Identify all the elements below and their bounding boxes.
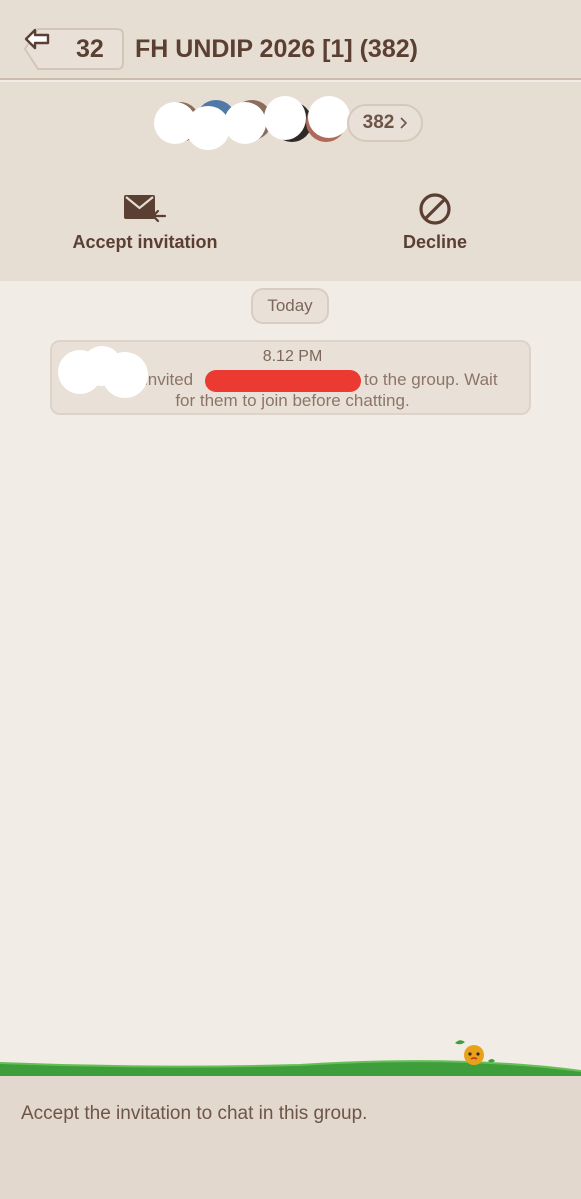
- avatar-redacted: [186, 106, 230, 150]
- avatar-redacted: [224, 102, 266, 144]
- member-avatars[interactable]: [0, 82, 581, 172]
- back-arrow-icon: [24, 28, 50, 50]
- message-text-continued: to the group. Wait: [364, 370, 498, 389]
- message-text-invited: invited: [144, 370, 194, 389]
- unread-count: 32: [76, 35, 104, 63]
- member-count: 382: [362, 112, 395, 133]
- invitation-panel: 382 Accept invitation Decline: [0, 82, 581, 281]
- accept-invitation-label: Accept invitation: [72, 232, 218, 252]
- envelope-arrow-icon: [123, 192, 167, 226]
- chevron-right-icon: [400, 117, 408, 129]
- avatar-redacted: [264, 96, 306, 140]
- grass-decoration: [0, 1040, 581, 1080]
- footer-notice-bar: Accept the invitation to chat in this gr…: [0, 1076, 581, 1199]
- inviter-avatar-redacted: [102, 352, 148, 398]
- chat-title: FH UNDIP 2026 [1] (382): [135, 35, 418, 63]
- footer-notice: Accept the invitation to chat in this gr…: [21, 1103, 368, 1124]
- redacted-name: [205, 370, 361, 392]
- decline-button[interactable]: Decline: [375, 192, 495, 262]
- header-bar: 32 FH UNDIP 2026 [1] (382): [0, 0, 581, 80]
- system-message: 8.12 PM invited to the group. Wait for t…: [50, 340, 531, 415]
- prohibited-icon: [418, 192, 452, 226]
- date-separator: Today: [251, 288, 329, 324]
- date-label: Today: [267, 296, 313, 315]
- decline-label: Decline: [402, 232, 468, 252]
- chat-screen: 32 FH UNDIP 2026 [1] (382) 382 Accept in…: [0, 0, 581, 1199]
- member-count-button[interactable]: 382: [347, 104, 423, 142]
- avatar-redacted: [308, 96, 350, 138]
- back-button[interactable]: 32: [24, 28, 124, 70]
- accept-invitation-button[interactable]: Accept invitation: [60, 192, 230, 262]
